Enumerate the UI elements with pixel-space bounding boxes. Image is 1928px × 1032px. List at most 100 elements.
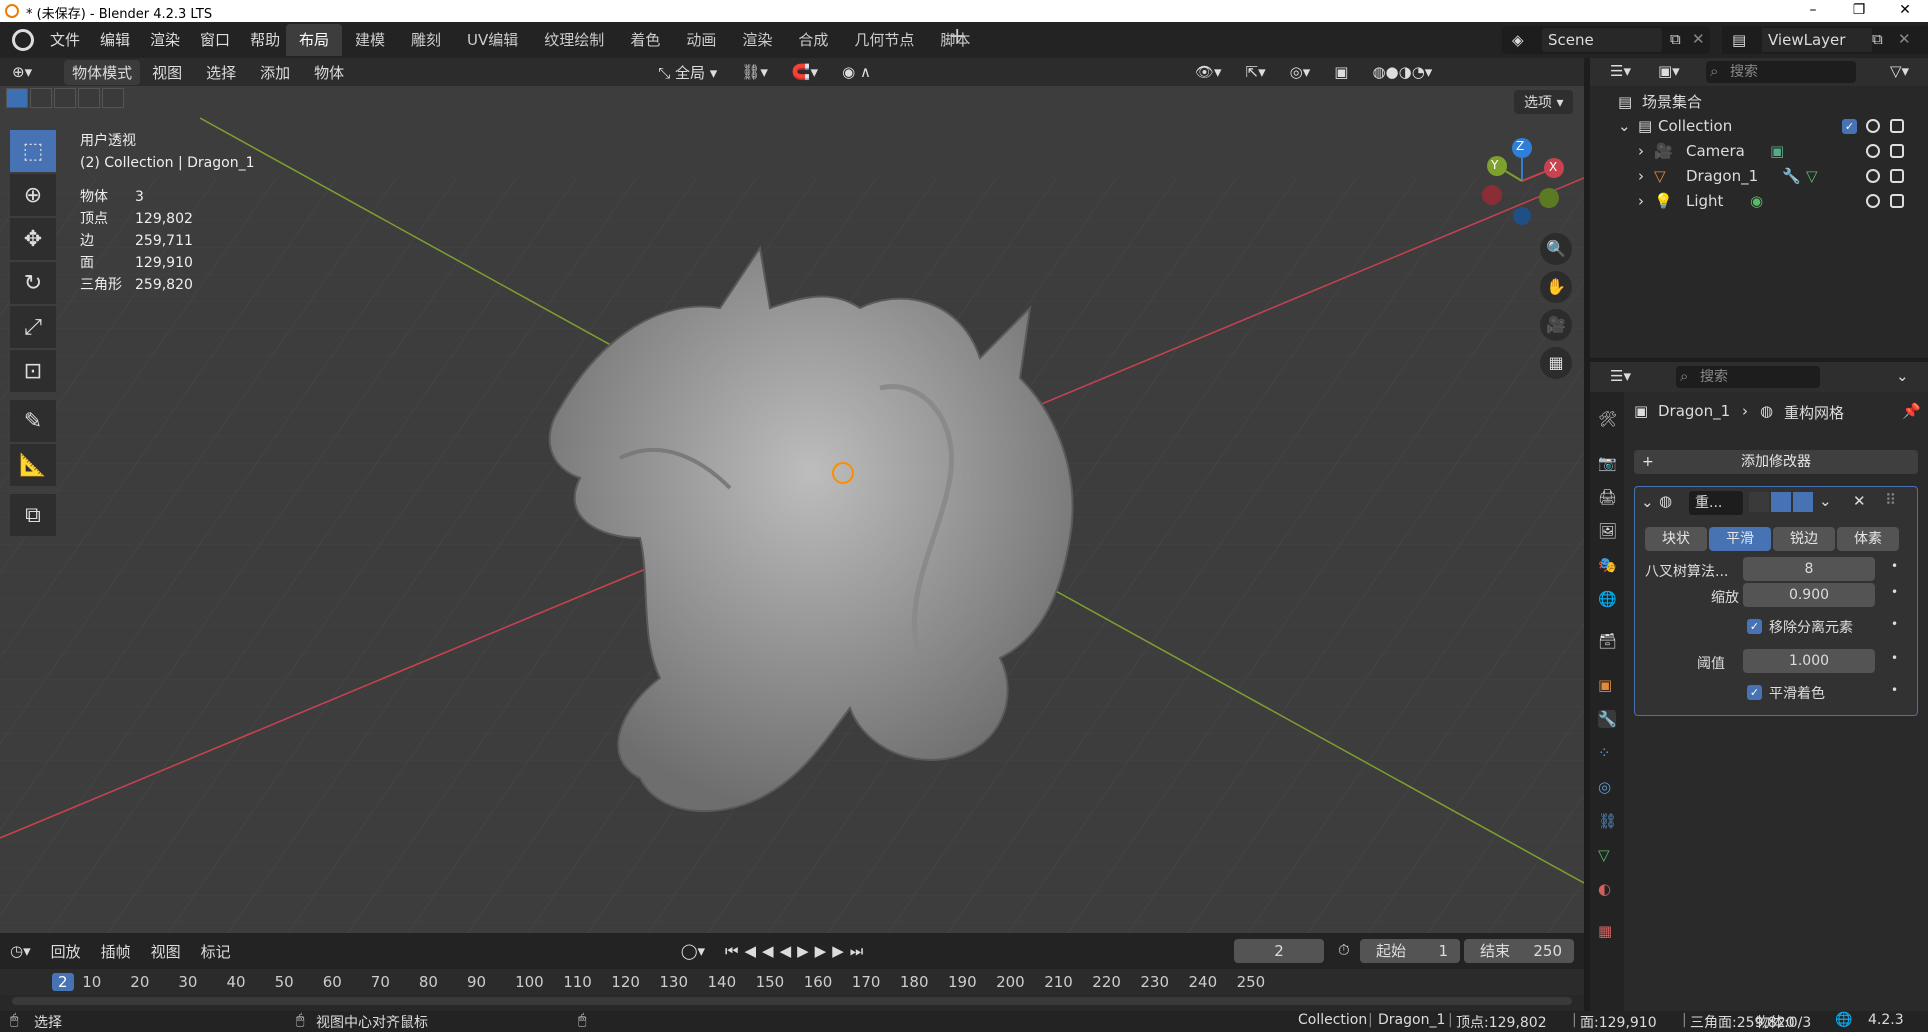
outliner-item-light[interactable]: › 💡 Light ◉ (1590, 189, 1928, 213)
start-frame-field[interactable]: 起始 1 (1360, 939, 1460, 963)
add-workspace-icon[interactable]: + (948, 24, 966, 49)
view-layer-tab-icon[interactable]: 🖼 (1598, 522, 1617, 540)
rotate-tool-icon[interactable]: ↻ (10, 262, 56, 304)
frame-ruler[interactable]: 2 10 20 30 40 50 60 70 80 90 100 110 120 130 140 150 160… (0, 969, 1584, 995)
collection-tab-icon[interactable]: 🗃 (1598, 632, 1617, 650)
viewlayer-selector[interactable]: ▤ ViewLayer ⧉ ✕ (1722, 26, 1928, 54)
output-tab-icon[interactable]: 🖨 (1598, 488, 1617, 506)
particles-tab-icon[interactable]: ⁘ (1598, 744, 1616, 762)
outliner-item-camera[interactable]: › 🎥 Camera ▣ (1590, 139, 1928, 163)
playback-controls[interactable]: ⏮◀◀◀▶▶▶⏭ (715, 942, 879, 960)
tool-tab-icon[interactable]: 🛠 (1598, 410, 1617, 428)
end-frame-field[interactable]: 结束 250 (1464, 939, 1574, 963)
threshold-field[interactable]: 1.000 (1743, 649, 1875, 673)
editmode-toggle-icon[interactable] (1749, 492, 1769, 512)
proportional-edit-icon[interactable]: ◉ ∧ (830, 63, 883, 81)
keyframe-dot-icon[interactable]: • (1891, 617, 1898, 631)
playback-menu[interactable]: 回放 (41, 941, 91, 962)
object-tab-icon[interactable]: ▣ (1598, 676, 1616, 694)
visibility-icon[interactable]: 👁▾ (1183, 63, 1234, 81)
add-menu[interactable]: 添加 (248, 62, 302, 83)
maximize-icon[interactable]: ❐ (1836, 0, 1882, 22)
camera-view-icon[interactable]: 🎥 (1540, 309, 1572, 341)
mode-blocks-button[interactable]: 块状 (1645, 527, 1707, 551)
delete-scene-icon[interactable]: ✕ (1692, 30, 1705, 48)
chevron-right-icon[interactable]: › (1638, 139, 1644, 163)
gizmo-toggle-icon[interactable]: ⇱▾ (1234, 63, 1278, 81)
texture-tab-icon[interactable]: ▦ (1598, 922, 1616, 940)
chevron-down-icon[interactable]: ⌄ (1641, 493, 1654, 511)
timeline-view-menu[interactable]: 视图 (141, 941, 191, 962)
new-viewlayer-icon[interactable]: ⧉ (1872, 30, 1883, 48)
gizmo-z-label[interactable]: Z (1516, 139, 1524, 153)
render-camera-icon[interactable] (1890, 119, 1904, 133)
measure-tool-icon[interactable]: 📐 (10, 444, 56, 486)
mode-selector[interactable]: 物体模式 (64, 59, 141, 85)
delete-viewlayer-icon[interactable]: ✕ (1898, 30, 1911, 48)
camera-data-icon[interactable]: ▣ (1770, 139, 1784, 163)
tab-workspace[interactable]: 布局 (286, 24, 343, 56)
snap-icon[interactable]: 🧲▾ (780, 63, 830, 81)
remove-modifier-icon[interactable]: ✕ (1853, 492, 1866, 510)
scene-tab-icon[interactable]: 🎭 (1598, 556, 1617, 574)
zoom-icon[interactable]: 🔍 (1540, 233, 1572, 265)
timeline-editor[interactable]: ◷▾ 回放 插帧 视图 标记 ◯▾ ⏮◀◀◀▶▶▶⏭ 2 ⏱ 起始 1 结束 250… (0, 933, 1584, 1011)
move-tool-icon[interactable]: ✥ (10, 218, 56, 260)
current-frame-marker[interactable]: 2 (52, 973, 74, 991)
transform-tool-icon[interactable]: ⊡ (10, 350, 56, 392)
scale-tool-icon[interactable]: ⤢ (10, 306, 56, 348)
keyframe-dot-icon[interactable]: • (1891, 683, 1898, 697)
select-new-icon[interactable] (6, 88, 28, 108)
eye-icon[interactable] (1866, 119, 1880, 133)
blender-menu-icon[interactable] (12, 29, 34, 51)
octree-depth-field[interactable]: 8 (1743, 557, 1875, 581)
outliner-editor-icon[interactable]: ☰▾ (1610, 62, 1631, 80)
gizmo-y-label[interactable]: Y (1491, 158, 1498, 172)
pan-hand-icon[interactable]: ✋ (1540, 271, 1572, 303)
render-camera-icon[interactable] (1890, 194, 1904, 208)
timeline-editor-icon[interactable]: ◷▾ (0, 942, 41, 960)
chevron-down-icon[interactable]: ⌄ (1618, 114, 1631, 138)
select-subtract-icon[interactable] (54, 88, 76, 108)
material-tab-icon[interactable]: ◐ (1598, 880, 1616, 898)
select-box-tool-icon[interactable]: ⬚ (10, 130, 56, 172)
world-tab-icon[interactable]: 🌐 (1598, 590, 1617, 608)
render-camera-icon[interactable] (1890, 169, 1904, 183)
menu-item[interactable]: 帮助 (240, 25, 290, 55)
3d-viewport[interactable]: Z X Y ⊕▾ 物体模式 视图 选择 添加 物体 ⤡ 全局 ▾ ⛓▾ 🧲▾ ◉… (0, 58, 1584, 933)
properties-editor-icon[interactable]: ☰▾ (1610, 367, 1631, 385)
object-menu[interactable]: 物体 (302, 62, 356, 83)
select-extend-icon[interactable] (30, 88, 52, 108)
shading-modes[interactable]: ◍●◑◔▾ (1360, 63, 1444, 81)
eye-icon[interactable] (1866, 144, 1880, 158)
scene-selector[interactable]: ◈ Scene ⧉ ✕ (1502, 26, 1710, 54)
current-frame-field[interactable]: 2 (1234, 939, 1324, 963)
modifier-name-field[interactable]: 重... (1689, 491, 1743, 515)
select-intersect-icon[interactable] (102, 88, 124, 108)
select-invert-icon[interactable] (78, 88, 100, 108)
viewport-display-icon[interactable] (1771, 492, 1791, 512)
data-tab-icon[interactable]: ▽ (1598, 846, 1616, 864)
drag-handle-icon[interactable]: ⠿ (1885, 491, 1896, 509)
tab-workspace[interactable]: 动画 (673, 24, 729, 56)
keyframe-dot-icon[interactable]: • (1891, 651, 1898, 665)
transform-orientation[interactable]: ⤡ 全局 ▾ (646, 62, 729, 83)
add-cube-tool-icon[interactable]: ⧉ (10, 494, 56, 536)
outliner-scene-collection[interactable]: ▤ 场景集合 (1590, 90, 1928, 114)
properties-options-icon[interactable]: ⌄ (1896, 367, 1909, 385)
properties-editor[interactable]: ☰▾ 搜索 ⌕ ⌄ 🛠 📷 🖨 🖼 🎭 🌐 🗃 ▣ 🔧 ⁘ ◎ ⛓ ▽ ◐ ▦ … (1590, 362, 1928, 1011)
close-icon[interactable]: ✕ (1882, 0, 1928, 22)
tab-workspace[interactable]: 渲染 (729, 24, 785, 56)
render-camera-icon[interactable] (1890, 144, 1904, 158)
chevron-right-icon[interactable]: › (1638, 189, 1644, 213)
tab-workspace[interactable]: UV编辑 (454, 24, 531, 56)
tab-workspace[interactable]: 几何节点 (841, 24, 927, 56)
perspective-grid-icon[interactable]: ▦ (1540, 347, 1572, 379)
menu-item[interactable]: 编辑 (90, 25, 140, 55)
filter-icon[interactable]: ▽▾ (1890, 62, 1909, 80)
modifier-tab-icon[interactable]: 🔧 (1598, 710, 1617, 728)
tab-workspace[interactable]: 着色 (617, 24, 673, 56)
auto-keying-icon[interactable]: ◯▾ (671, 942, 715, 960)
tab-workspace[interactable]: 合成 (785, 24, 841, 56)
modifier-wrench-icon[interactable]: 🔧 (1782, 164, 1801, 188)
